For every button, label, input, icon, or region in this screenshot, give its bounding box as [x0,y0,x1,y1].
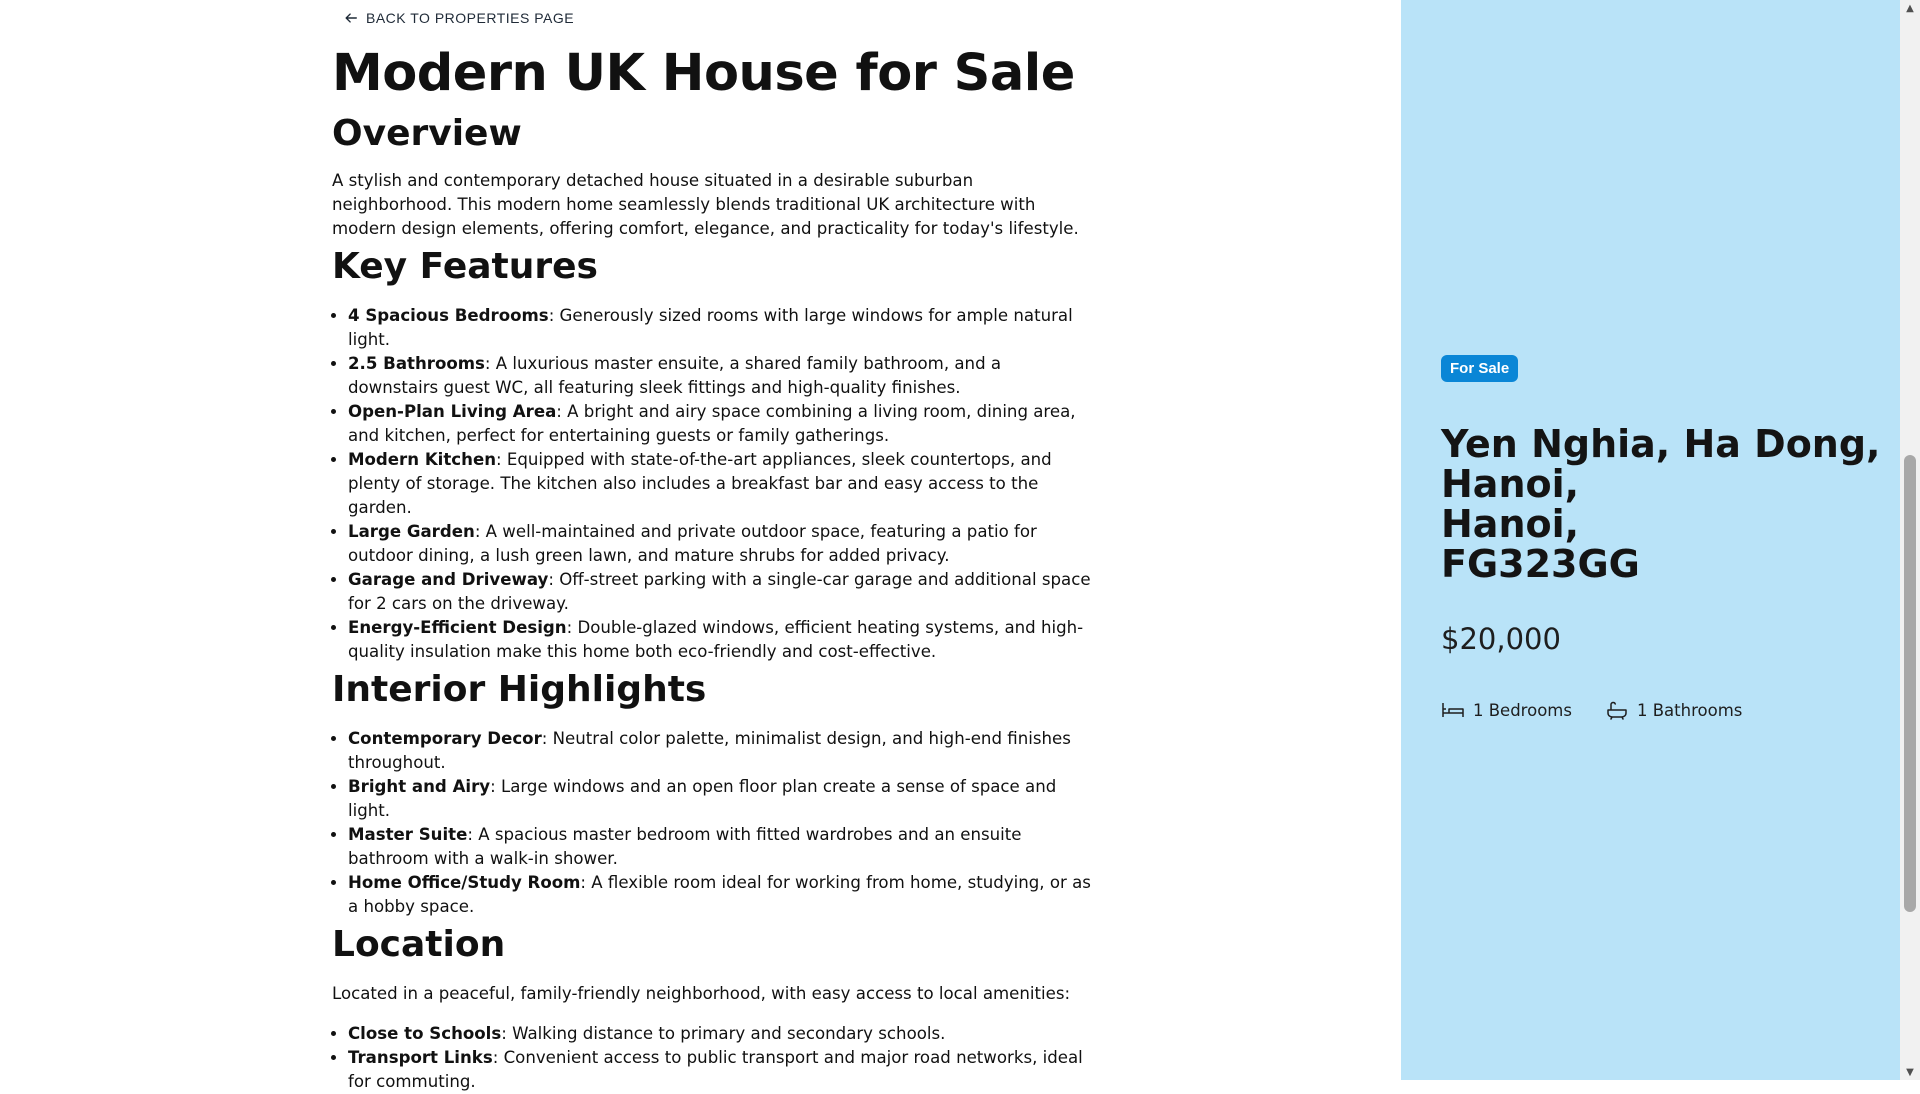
list-item: Modern Kitchen: Equipped with state-of-t… [348,448,1092,520]
list-item: 2.5 Bathrooms: A luxurious master ensuit… [348,352,1092,400]
property-address: Yen Nghia, Ha Dong, Hanoi, Hanoi, FG323G… [1441,424,1881,584]
list-item: Master Suite: A spacious master bedroom … [348,823,1092,871]
page-title: Modern UK House for Sale [332,44,1075,103]
back-to-properties-link[interactable]: BACK TO PROPERTIES PAGE [344,10,574,26]
location-intro: Located in a peaceful, family-friendly n… [332,984,1071,1003]
key-features-heading: Key Features [332,246,598,287]
list-item: Large Garden: A well-maintained and priv… [348,520,1092,568]
key-features-list: 4 Spacious Bedrooms: Generously sized ro… [332,304,1092,664]
list-item: Contemporary Decor: Neutral color palett… [348,727,1092,775]
property-price: $20,000 [1441,622,1561,656]
list-item: 4 Spacious Bedrooms: Generously sized ro… [348,304,1092,352]
scroll-down-arrow-icon[interactable]: ▼ [1900,1064,1920,1080]
back-link-label: BACK TO PROPERTIES PAGE [366,10,575,26]
bedrooms-label: 1 Bedrooms [1473,700,1572,720]
address-line: FG323GG [1441,542,1640,586]
address-line: Hanoi, [1441,502,1580,546]
address-line: Hanoi, [1441,462,1580,506]
list-item: Home Office/Study Room: A flexible room … [348,871,1092,919]
scrollbar-thumb[interactable] [1904,455,1916,912]
arrow-left-icon [345,13,357,23]
list-item: Garage and Driveway: Off-street parking … [348,568,1092,616]
interior-highlights-heading: Interior Highlights [332,669,707,710]
scroll-up-arrow-icon[interactable]: ▲ [1900,0,1920,16]
list-item: Open-Plan Living Area: A bright and airy… [348,400,1092,448]
bedrooms-info: 1 Bedrooms [1441,700,1572,720]
bathrooms-label: 1 Bathrooms [1637,700,1743,720]
property-description: Overview A stylish and contemporary deta… [332,112,1092,1094]
bathrooms-info: 1 Bathrooms [1605,700,1742,720]
list-item: Close to Schools: Walking distance to pr… [348,1022,1092,1046]
address-line: Yen Nghia, Ha Dong, [1441,422,1881,466]
bathtub-icon [1607,701,1627,720]
interior-highlights-list: Contemporary Decor: Neutral color palett… [332,727,1092,919]
bed-icon [1442,703,1464,717]
location-list: Close to Schools: Walking distance to pr… [332,1022,1092,1094]
list-item: Bright and Airy: Large windows and an op… [348,775,1092,823]
status-badge: For Sale [1441,355,1519,382]
vertical-scrollbar[interactable]: ▲ ▼ [1900,0,1920,1080]
list-item: Energy-Efficient Design: Double-glazed w… [348,616,1092,664]
list-item: Transport Links: Convenient access to pu… [348,1046,1092,1094]
overview-text: A stylish and contemporary detached hous… [332,171,1079,238]
overview-heading: Overview [332,113,522,154]
location-heading: Location [332,924,506,965]
